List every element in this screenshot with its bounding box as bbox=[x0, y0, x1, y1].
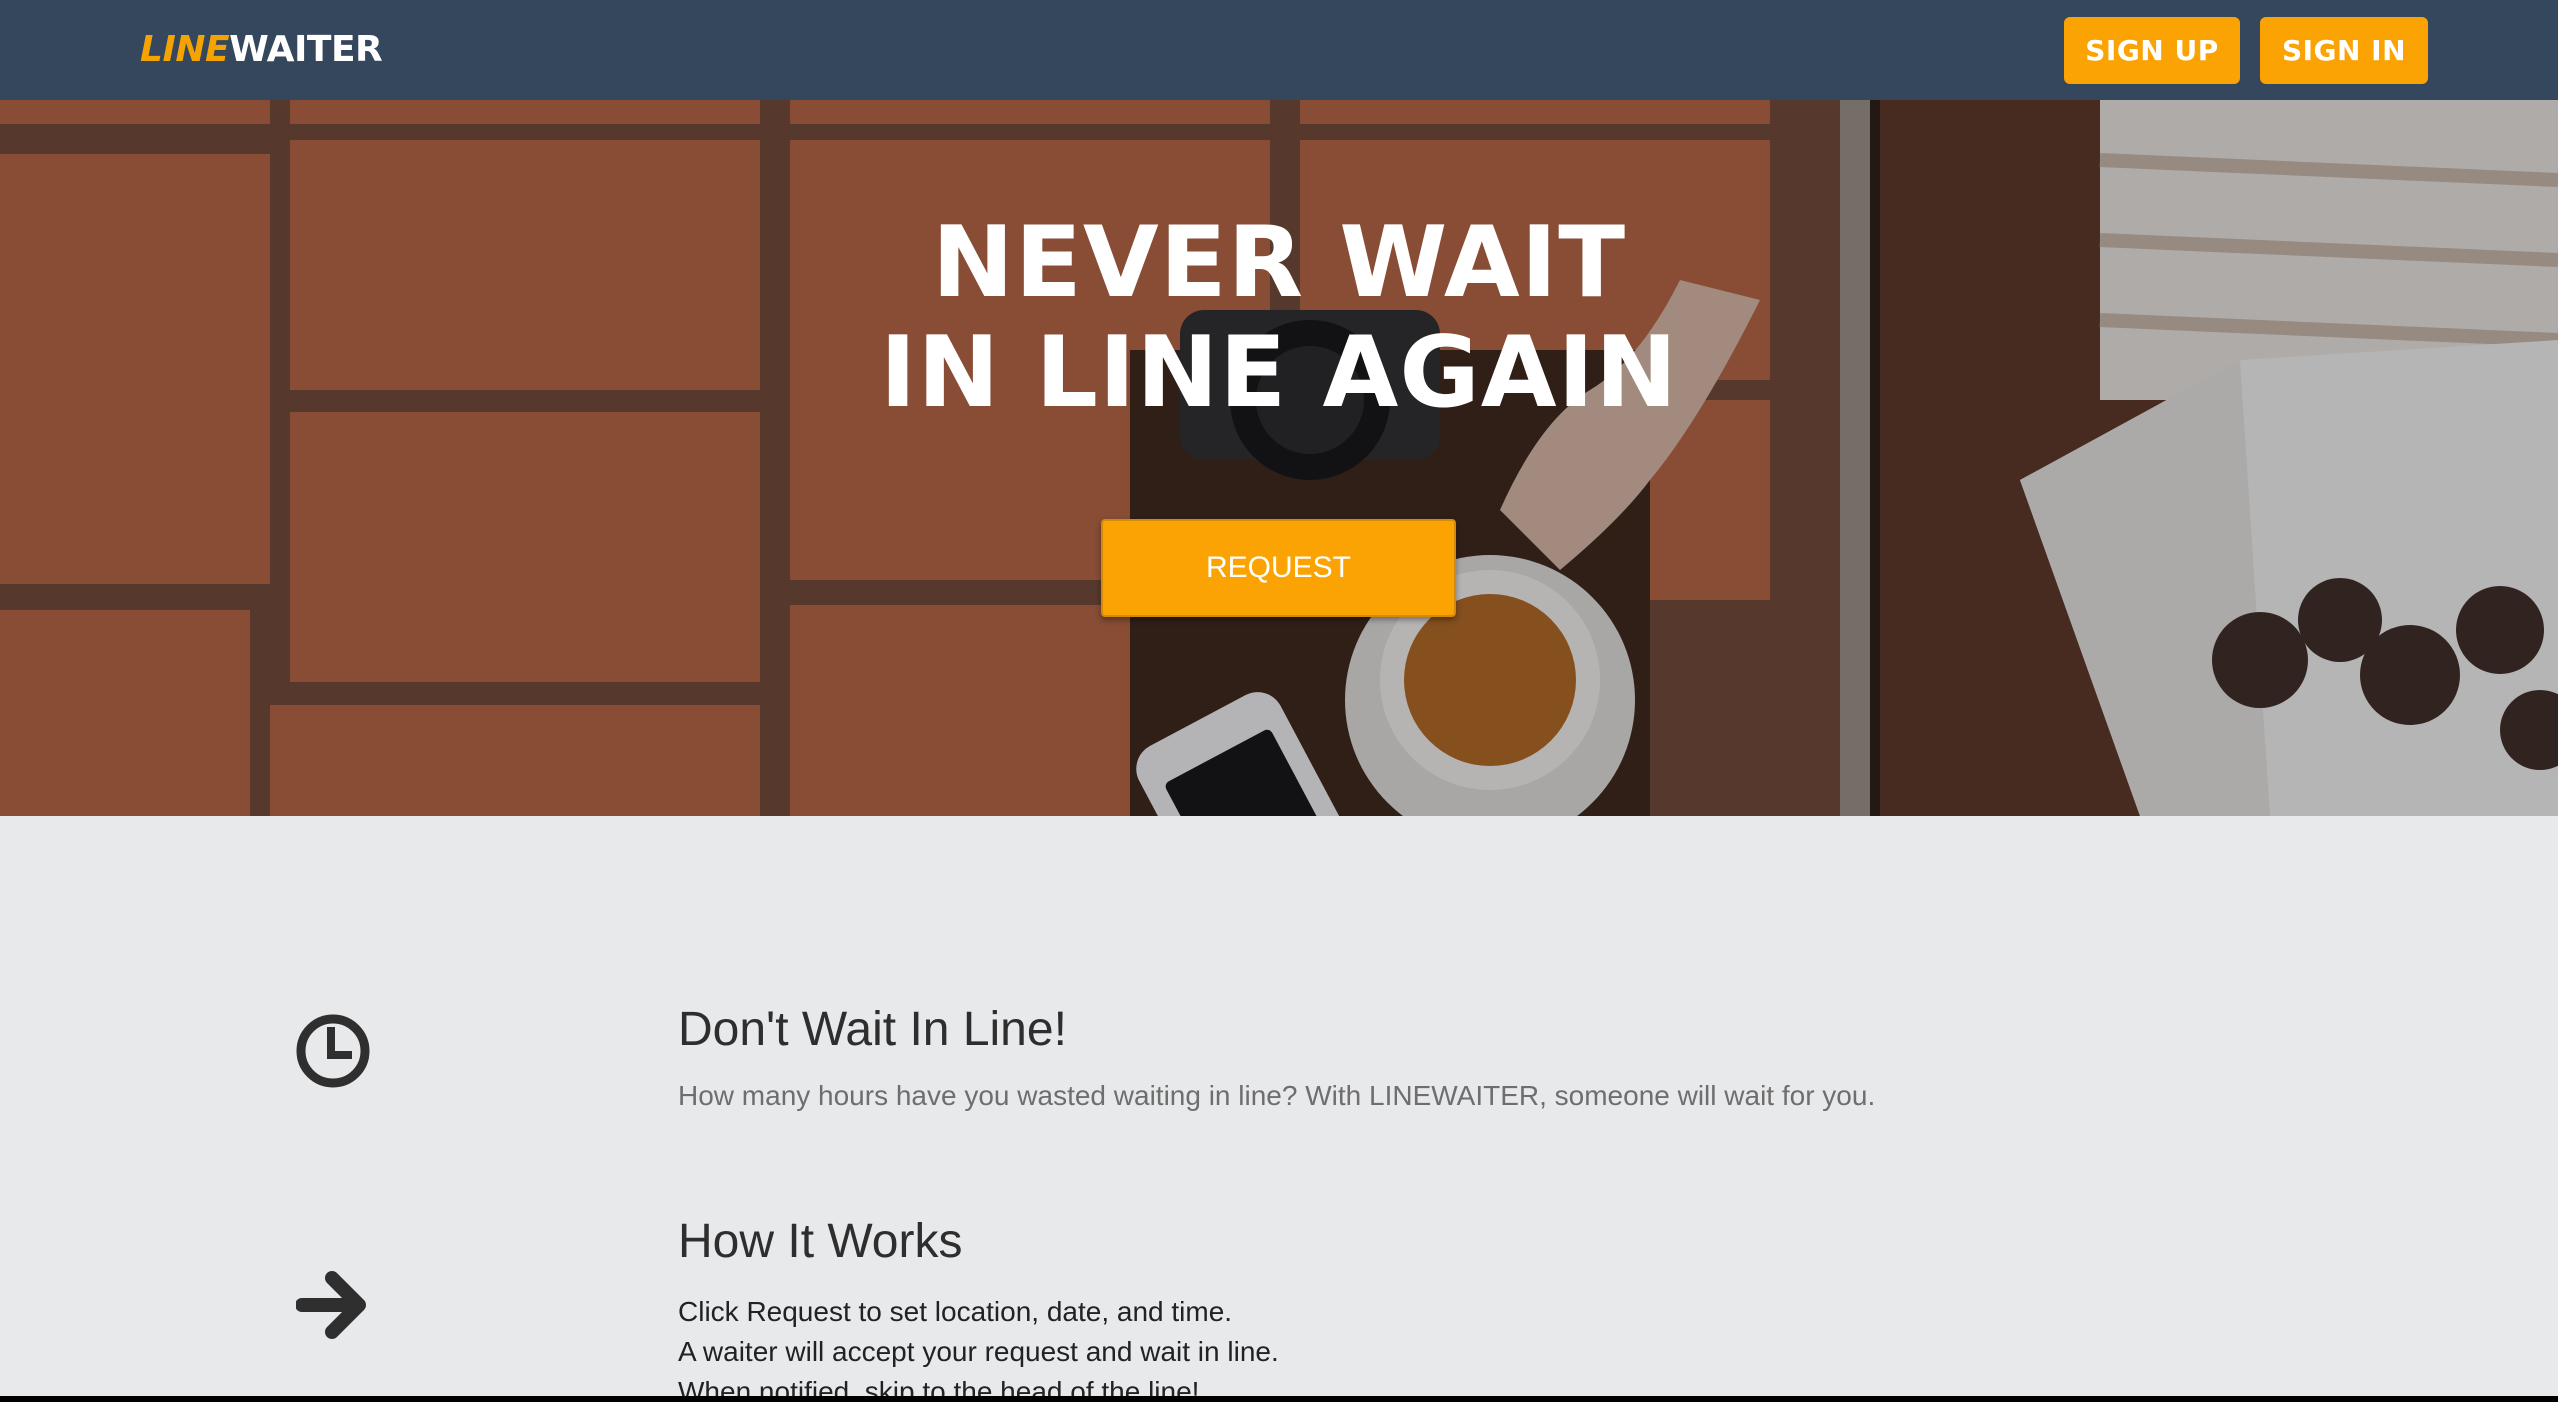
clock-icon bbox=[296, 1014, 370, 1088]
hero-section: NEVER WAIT IN LINE AGAIN REQUEST bbox=[0, 100, 2558, 816]
logo-waiter-text: WAITER bbox=[229, 29, 383, 70]
arrow-right-icon bbox=[296, 1271, 366, 1339]
sign-up-button[interactable]: SIGN UP bbox=[2064, 17, 2240, 84]
feature-title-dont-wait: Don't Wait In Line! bbox=[678, 1003, 1067, 1056]
step-3: When notified, skip to the head of the l… bbox=[678, 1376, 1200, 1396]
sign-in-button[interactable]: SIGN IN bbox=[2260, 17, 2428, 84]
feature-text-dont-wait: How many hours have you wasted waiting i… bbox=[678, 1080, 1876, 1111]
linewaiter-logo[interactable]: LINEWAITER bbox=[140, 28, 383, 72]
how-it-works-steps: Click Request to set location, date, and… bbox=[678, 1292, 1279, 1396]
step-1: Click Request to set location, date, and… bbox=[678, 1296, 1233, 1327]
logo-line-text: LINE bbox=[140, 29, 230, 70]
hero-title: NEVER WAIT IN LINE AGAIN bbox=[0, 208, 2558, 428]
landing-page: LINEWAITER SIGN UP SIGN IN NEVER WAIT IN… bbox=[0, 0, 2558, 1396]
features-section: Don't Wait In Line! How many hours have … bbox=[0, 816, 2558, 1396]
hero-title-line-1: NEVER WAIT bbox=[931, 206, 1627, 320]
request-button[interactable]: REQUEST bbox=[1101, 519, 1456, 617]
feature-title-how-it-works: How It Works bbox=[678, 1215, 963, 1268]
step-2: A waiter will accept your request and wa… bbox=[678, 1336, 1279, 1367]
hero-title-line-2: IN LINE AGAIN bbox=[879, 316, 1679, 430]
top-navbar: LINEWAITER SIGN UP SIGN IN bbox=[0, 0, 2558, 100]
